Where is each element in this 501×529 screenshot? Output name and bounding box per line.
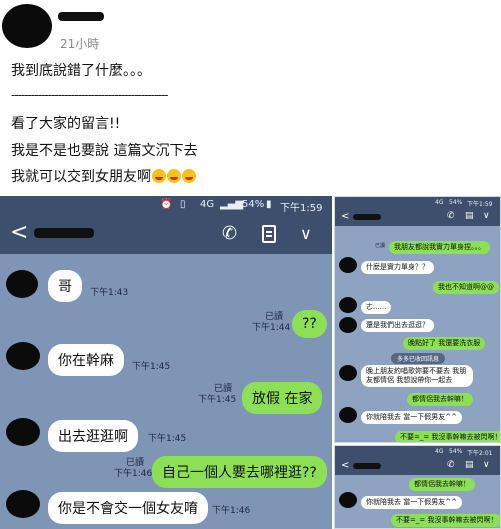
- back-arrow-icon[interactable]: <: [341, 460, 349, 471]
- phone-icon[interactable]: ✆: [447, 211, 455, 221]
- message-bubble-out[interactable]: 都情侶我去幹嘛！: [409, 478, 475, 491]
- message-bubble-in[interactable]: 你是不會交一個女友唷: [48, 492, 208, 524]
- network-label: 4G: [435, 199, 444, 206]
- avatar[interactable]: [6, 270, 38, 298]
- read-receipt: 已讀: [126, 458, 145, 468]
- message-bubble-in[interactable]: 什麼是實力單身？？: [361, 261, 434, 274]
- read-receipt: 已讀: [214, 384, 233, 394]
- chat-header: < ✆ ▤ ∨: [335, 208, 500, 226]
- post-line-3: 我是不是也要說 這篇文沉下去: [11, 143, 198, 159]
- network-label: 4G: [435, 448, 444, 455]
- message-bubble-out[interactable]: 都情侶我去幹嘛！: [407, 393, 473, 406]
- contact-name-redacted: [353, 463, 381, 469]
- clock: 下午1:59: [467, 201, 493, 208]
- contact-name-redacted: [353, 214, 381, 220]
- network-label: 4G: [200, 199, 215, 210]
- message-time: 下午1:45: [198, 395, 237, 405]
- avatar[interactable]: [339, 492, 357, 508]
- laughing-crying-emoji-icon: [152, 169, 166, 183]
- avatar[interactable]: [6, 342, 40, 370]
- back-arrow-icon[interactable]: <: [10, 222, 28, 244]
- message-bubble-out[interactable]: 不要=_= 我沒事幹嘛去被閃啊！: [391, 514, 500, 527]
- message-bubble-in[interactable]: 你在幹麻: [48, 344, 124, 376]
- post-line-4: 我就可以交到女朋友啊: [11, 166, 196, 186]
- message-bubble-out[interactable]: 放假 在家: [242, 382, 323, 414]
- message-bubble-in[interactable]: 你就陪我去 當一下假男友^^: [361, 411, 462, 424]
- message-time: 下午1:43: [90, 288, 129, 298]
- status-bar: 4G 54% 下午2:01: [335, 446, 500, 457]
- read-receipt: 已讀: [265, 312, 284, 322]
- message-bubble-out[interactable]: 晚點好了 我還要洗衣服: [403, 337, 486, 350]
- alarm-icon: ⏰: [160, 199, 173, 210]
- main-chat-screenshot: ⏰ ▯ 4G ▂▄▆ 54% ▮ 下午1:59 < ✆ ∨ 哥 下午1:43 已…: [0, 196, 332, 529]
- status-bar: 4G 54% 下午1:59: [335, 197, 500, 208]
- contact-name-redacted: [34, 228, 94, 238]
- read-receipt: 已讀: [375, 243, 386, 249]
- chevron-down-icon[interactable]: ∨: [300, 224, 312, 244]
- back-arrow-icon[interactable]: <: [341, 211, 349, 222]
- avatar[interactable]: [6, 490, 40, 518]
- message-bubble-out[interactable]: ??: [292, 310, 327, 338]
- avatar[interactable]: [339, 257, 357, 273]
- message-bubble-out[interactable]: 不要=_= 我沒事幹嘛去被閃啊！: [395, 431, 500, 442]
- phone-icon[interactable]: ✆: [222, 224, 237, 244]
- status-bar: ⏰ ▯ 4G ▂▄▆ 54% ▮ 下午1:59: [0, 196, 332, 214]
- chat-header: < ✆ ▤ ∨: [335, 457, 500, 475]
- vibrate-icon: ▯: [180, 199, 186, 210]
- phone-icon[interactable]: ✆: [447, 460, 455, 470]
- notes-icon[interactable]: [262, 225, 276, 243]
- message-bubble-in[interactable]: ㄜ......: [361, 301, 392, 314]
- avatar[interactable]: [2, 4, 52, 48]
- avatar[interactable]: [6, 418, 40, 446]
- message-bubble-in[interactable]: 哥: [48, 270, 82, 302]
- avatar[interactable]: [339, 365, 357, 381]
- message-time: 下午1:45: [132, 362, 171, 372]
- post-divider: ----------------------------------------…: [11, 88, 169, 102]
- facebook-post: 21小時 我到底說錯了什麼。。。 -----------------------…: [0, 0, 501, 196]
- clock: 下午2:01: [467, 450, 493, 457]
- message-bubble-out[interactable]: 我朋友都說我實力單身捏。。。: [389, 241, 490, 254]
- notes-icon[interactable]: ▤: [465, 460, 474, 470]
- chat-header: < ✆ ∨: [0, 214, 332, 254]
- message-time: 下午1:46: [114, 469, 153, 479]
- message-time: 下午1:46: [212, 506, 251, 516]
- post-line-2: 看了大家的留言!!: [11, 116, 121, 132]
- battery-icon: ▮: [266, 199, 272, 210]
- message-time: 下午1:44: [252, 323, 291, 333]
- message-bubble-out[interactable]: 自己一個人要去哪裡逛??: [152, 456, 327, 488]
- avatar[interactable]: [339, 317, 357, 333]
- message-time: 下午1:45: [148, 434, 187, 444]
- message-bubble-in[interactable]: 晚上朋友約唱歌妳要不要去 我朋友都情侶 我想說帶你一起去: [361, 365, 473, 387]
- post-time: 21小時: [60, 37, 100, 51]
- message-bubble-out[interactable]: 我也不知道啊@@: [433, 281, 499, 294]
- battery-percent: 54%: [449, 199, 463, 206]
- mini-chat-screenshot-2: 4G 54% 下午2:01 < ✆ ▤ ∨ 都情侶我去幹嘛！ 你就陪我去 當一下…: [334, 445, 501, 529]
- laughing-crying-emoji-icon: [182, 169, 196, 183]
- avatar[interactable]: [339, 297, 357, 313]
- message-bubble-in[interactable]: 還是我們出去逛逛？: [361, 319, 434, 332]
- chevron-down-icon[interactable]: ∨: [483, 211, 490, 221]
- message-bubble-in[interactable]: 出去逛逛啊: [48, 420, 138, 452]
- author-name-redacted[interactable]: [58, 12, 104, 21]
- battery-percent: 54%: [242, 199, 265, 210]
- signal-icon: ▂▄▆: [220, 199, 244, 210]
- avatar[interactable]: [339, 407, 357, 423]
- notes-icon[interactable]: ▤: [465, 211, 474, 221]
- post-line-1: 我到底說錯了什麼。。。: [11, 63, 151, 79]
- battery-percent: 54%: [449, 448, 463, 455]
- chevron-down-icon[interactable]: ∨: [483, 460, 490, 470]
- laughing-crying-emoji-icon: [167, 169, 181, 183]
- system-notice: 多多已收回訊息: [391, 353, 446, 364]
- message-bubble-in[interactable]: 你就陪我去 當一下假男友^^: [361, 496, 462, 509]
- mini-chat-screenshot-1: 4G 54% 下午1:59 < ✆ ▤ ∨ 已讀 我朋友都說我實力單身捏。。。 …: [334, 196, 501, 443]
- clock: 下午1:59: [280, 203, 323, 214]
- post-line-4-text: 我就可以交到女朋友啊: [11, 169, 151, 185]
